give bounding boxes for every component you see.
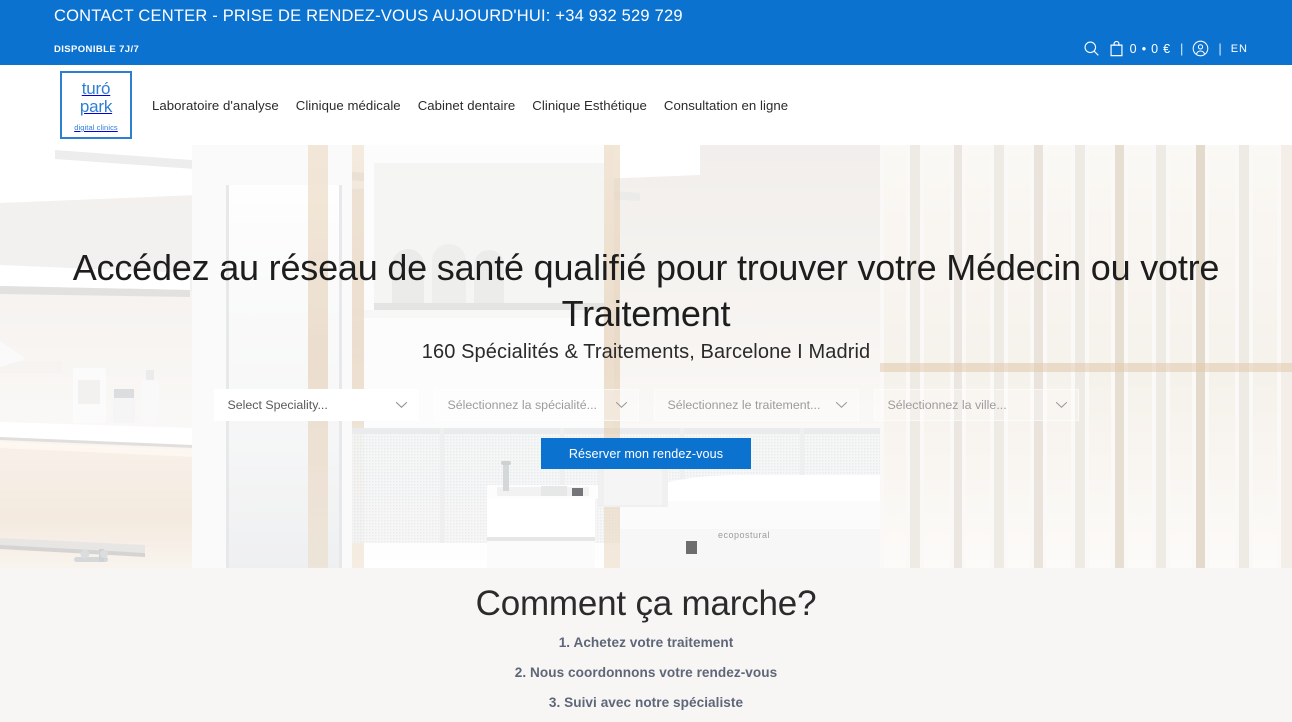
hero-cta-wrapper: Réserver mon rendez-vous [0,438,1292,469]
contact-center-phone-link[interactable]: CONTACT CENTER - PRISE DE RENDEZ-VOUS AU… [54,7,683,26]
shopping-bag-icon [1109,40,1124,57]
topbar-separator-1: | [1179,41,1184,56]
how-it-works-step-1: 1. Achetez votre traitement [558,635,734,650]
speciality-select-en[interactable]: Select Speciality... [213,389,419,421]
top-announcement-bar: CONTACT CENTER - PRISE DE RENDEZ-VOUS AU… [0,0,1292,65]
site-logo[interactable]: turó park digital clinics [60,71,132,139]
chevron-down-icon [835,401,847,408]
page-root: CONTACT CENTER - PRISE DE RENDEZ-VOUS AU… [0,0,1292,722]
speciality-select-fr[interactable]: Sélectionnez la spécialité... [433,389,639,421]
treatment-select[interactable]: Sélectionnez le traitement... [653,389,859,421]
cart-total-label: 0 • 0 € [1129,41,1171,56]
hero-section: ecopostural Accédez au réseau de santé q… [0,145,1292,568]
topbar-separator-2: | [1218,41,1222,56]
city-select-value: Sélectionnez la ville... [887,398,1007,412]
how-it-works-section: Comment ça marche? 1. Achetez votre trai… [0,568,1292,722]
hero-subheading: 160 Spécialités & Traitements, Barcelone… [421,341,871,363]
cart-link[interactable]: 0 • 0 € [1109,40,1171,57]
nav-item-clinique-esthetique[interactable]: Clinique Esthétique [532,98,647,113]
availability-label: DISPONIBLE 7J/7 [54,44,140,55]
logo-line-1: turó [81,79,111,98]
account-circle-icon[interactable] [1192,40,1209,57]
nav-item-laboratoire[interactable]: Laboratoire d'analyse [152,98,279,113]
speciality-select-fr-value: Sélectionnez la spécialité... [447,398,597,412]
how-it-works-title: Comment ça marche? [475,584,817,623]
speciality-select-en-value: Select Speciality... [227,398,328,412]
chevron-down-icon [395,401,407,408]
nav-item-clinique-medicale[interactable]: Clinique médicale [296,98,401,113]
nav-item-cabinet-dentaire[interactable]: Cabinet dentaire [418,98,516,113]
topbar-tools: 0 • 0 € | | EN [1083,40,1248,57]
chevron-down-icon [1055,401,1067,408]
how-it-works-step-3: 3. Suivi avec notre spécialiste [548,695,744,710]
logo-tagline: digital clinics [74,123,118,132]
treatment-select-value: Sélectionnez le traitement... [667,398,821,412]
language-selector[interactable]: EN [1231,43,1248,55]
hero-heading: Accédez au réseau de santé qualifié pour… [72,247,1220,334]
site-header: turó park digital clinics Laboratoire d'… [0,65,1292,145]
search-icon[interactable] [1083,40,1100,57]
book-appointment-button[interactable]: Réserver mon rendez-vous [541,438,751,469]
main-navigation: Laboratoire d'analyse Clinique médicale … [152,98,788,113]
city-select[interactable]: Sélectionnez la ville... [873,389,1079,421]
logo-line-2: park [79,97,113,116]
chevron-down-icon [615,401,627,408]
nav-item-consultation-en-ligne[interactable]: Consultation en ligne [664,98,788,113]
how-it-works-step-2: 2. Nous coordonnons votre rendez-vous [514,665,778,680]
hero-content: Accédez au réseau de santé qualifié pour… [0,145,1292,568]
search-filters: Select Speciality... Sélectionnez la spé… [0,389,1292,421]
